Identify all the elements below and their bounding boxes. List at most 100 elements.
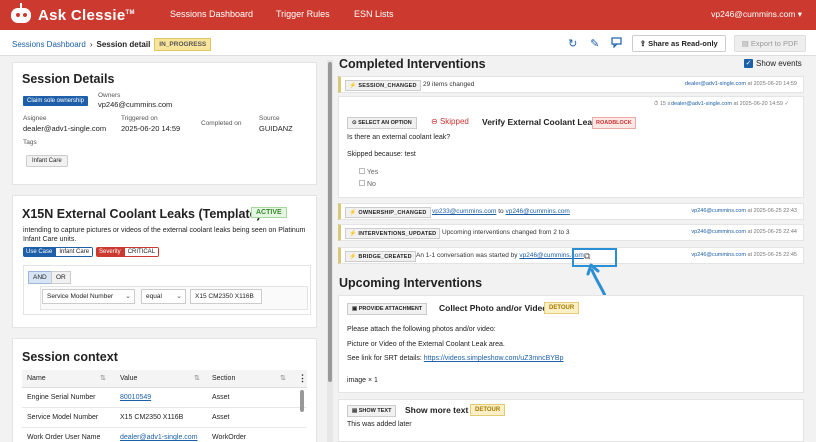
- completed-interventions-title: Completed Interventions: [339, 57, 486, 71]
- esn-link[interactable]: 80010549: [120, 394, 151, 401]
- attachment-title: Collect Photo and/or Video: [439, 303, 548, 313]
- srt-video-link[interactable]: https://videos.simpleshow.com/uZ3mncBYBp: [424, 355, 564, 362]
- template-title: X15N External Coolant Leaks (Template): [22, 207, 261, 221]
- event-bridge-created: ⚡ BRIDGE_CREATED An 1-1 conversation was…: [338, 247, 804, 264]
- bolt-icon: ⚡: [349, 83, 357, 89]
- session-context-title: Session context: [22, 350, 118, 364]
- source-value: GUIDANZ: [259, 124, 293, 133]
- table-row: Work Order User Name dealer@adv1-single.…: [22, 428, 307, 442]
- sort-icon[interactable]: ⇅: [194, 374, 200, 382]
- chat-icon[interactable]: [610, 36, 624, 51]
- select-option-chip: ⊙ SELECT AN OPTION: [347, 117, 417, 129]
- col-name-header[interactable]: Name: [27, 375, 46, 382]
- source-label: Source: [259, 115, 280, 122]
- table-row: Engine Serial Number 80010549 Asset: [22, 388, 307, 408]
- detour-badge: DETOUR: [470, 404, 506, 416]
- triggered-label: Triggered on: [121, 115, 158, 122]
- chevron-down-icon: ⌄: [125, 293, 131, 300]
- pencil-icon[interactable]: ✎: [588, 37, 602, 51]
- intervention-question: Is there an external coolant leak?: [347, 134, 451, 141]
- claim-ownership-button[interactable]: Claim sole ownership: [23, 96, 89, 106]
- intervention-show-more-text: ▤ SHOW TEXT Show more text DETOUR This w…: [338, 399, 804, 442]
- show-text-chip: ▤ SHOW TEXT: [347, 405, 397, 417]
- image-count: image × 1: [347, 377, 378, 384]
- sort-icon[interactable]: ⇅: [280, 374, 286, 382]
- pdf-icon: ▤: [741, 39, 749, 48]
- logo-text: Ask ClessieTM: [38, 6, 135, 24]
- event-ownership-changed: ⚡ OWNERSHIP_CHANGED vp233@cummins.com to…: [338, 203, 804, 220]
- nav-trigger-rules[interactable]: Trigger Rules: [276, 9, 330, 19]
- event-chip: ⚡ BRIDGE_CREATED: [345, 251, 416, 262]
- breadcrumb-separator: ›: [89, 40, 93, 49]
- skip-icon: ⊖: [431, 117, 438, 126]
- event-chip: ⚡ INTERVENTIONS_UPDATED: [345, 228, 441, 239]
- share-read-only-button[interactable]: ⇪ Share as Read-only: [631, 35, 726, 52]
- roadblock-badge: ROADBLOCK: [592, 117, 636, 129]
- option-no: No: [359, 180, 376, 188]
- assignee-value: dealer@adv1-single.com: [23, 124, 107, 133]
- context-scrollbar[interactable]: [300, 390, 304, 412]
- chevron-down-icon: ⌄: [176, 293, 182, 300]
- event-session-changed: ⚡ SESSION_CHANGED 29 items changed deale…: [338, 76, 804, 93]
- top-navbar: Ask ClessieTM Sessions Dashboard Trigger…: [0, 0, 816, 30]
- event-chip: ⚡ SESSION_CHANGED: [345, 80, 421, 91]
- status-badge: IN_PROGRESS: [154, 38, 212, 51]
- assignee-label: Asignee: [23, 115, 47, 122]
- nav-sessions-dashboard[interactable]: Sessions Dashboard: [170, 9, 253, 19]
- rule-field-select[interactable]: Service Model Number ⌄: [42, 289, 135, 304]
- checkbox-checked-icon[interactable]: ✓: [744, 59, 753, 68]
- intervention-meta: dealer@adv1-single.com at 2025-06-20 14:…: [671, 101, 790, 107]
- template-card: X15N External Coolant Leaks (Template) A…: [12, 195, 317, 328]
- duration-label: ⏱ 15 s: [654, 101, 671, 107]
- show-text-title: Show more text: [405, 405, 469, 415]
- intervention-collect-photo: ▣ PROVIDE ATTACHMENT Collect Photo and/o…: [338, 295, 804, 393]
- triggered-value: 2025-06-20 14:59: [121, 124, 181, 133]
- active-badge: ACTIVE: [251, 207, 287, 218]
- nav-esn-lists[interactable]: ESN Lists: [354, 9, 394, 19]
- event-interventions-updated: ⚡ INTERVENTIONS_UPDATED Upcoming interve…: [338, 224, 804, 241]
- show-events-toggle[interactable]: ✓ Show events: [744, 59, 802, 68]
- owner-value: vp246@cummins.com: [98, 100, 173, 109]
- breadcrumb-sessions-dashboard[interactable]: Sessions Dashboard: [12, 40, 86, 49]
- rule-operator-select[interactable]: equal ⌄: [141, 289, 186, 304]
- table-row: Service Model Number X15 CM2350 X116B As…: [22, 408, 307, 428]
- app-logo[interactable]: Ask ClessieTM: [8, 3, 135, 27]
- intervention-verify-coolant-leak: ⏱ 15 s dealer@adv1-single.com at 2025-06…: [338, 96, 804, 198]
- skip-reason: Skipped because: test: [347, 151, 416, 158]
- refresh-icon[interactable]: ↻: [566, 37, 580, 51]
- use-case-badge: Use Case Infant Care: [23, 247, 94, 257]
- detour-badge: DETOUR: [544, 302, 580, 314]
- logic-and-button[interactable]: AND: [28, 271, 52, 284]
- more-vert-icon[interactable]: ⋮: [298, 373, 307, 384]
- panel-scrollbar-thumb[interactable]: [328, 62, 332, 382]
- upcoming-interventions-title: Upcoming Interventions: [339, 276, 483, 290]
- event-chip: ⚡ OWNERSHIP_CHANGED: [345, 207, 431, 218]
- col-value-header[interactable]: Value: [120, 375, 137, 382]
- severity-badge: Severity CRITICAL: [96, 247, 160, 257]
- intervention-title: Verify External Coolant Leak: [482, 117, 597, 127]
- owners-label: Owners: [98, 92, 121, 99]
- tag-chip: Infant Care: [26, 155, 68, 167]
- bolt-icon: ⚡: [349, 254, 357, 260]
- user-email-link[interactable]: dealer@adv1-single.com: [120, 434, 198, 441]
- tags-label: Tags: [23, 139, 37, 146]
- sub-toolbar: Sessions Dashboard › Session detail IN_P…: [0, 30, 816, 56]
- export-pdf-button[interactable]: ▤ Export to PDF: [733, 35, 806, 52]
- sort-icon[interactable]: ⇅: [100, 374, 106, 382]
- template-description: intending to capture pictures or videos …: [23, 227, 306, 243]
- breadcrumb-current: Session detail: [96, 40, 151, 49]
- bolt-icon: ⚡: [349, 231, 357, 237]
- rule-value-input[interactable]: X15 CM2350 X116B: [190, 289, 262, 304]
- user-menu[interactable]: vp246@cummins.com ▾: [711, 9, 802, 20]
- session-details-card: Session Details Claim sole ownership Own…: [12, 62, 317, 185]
- bolt-icon: ⚡: [349, 210, 357, 216]
- rule-builder: AND OR Service Model Number ⌄ equal ⌄ X15 …: [23, 265, 311, 315]
- logic-or-button[interactable]: OR: [51, 271, 71, 284]
- provide-attachment-chip: ▣ PROVIDE ATTACHMENT: [347, 303, 428, 315]
- context-table-header: Name ⇅ Value ⇅ Section ⇅ ⋮: [22, 370, 307, 388]
- skipped-status: ⊖ Skipped: [431, 117, 469, 126]
- checkbox-empty-icon: [359, 180, 365, 186]
- col-section-header[interactable]: Section: [212, 375, 235, 382]
- checkbox-empty-icon: [359, 168, 365, 174]
- completed-label: Completed on: [201, 120, 242, 127]
